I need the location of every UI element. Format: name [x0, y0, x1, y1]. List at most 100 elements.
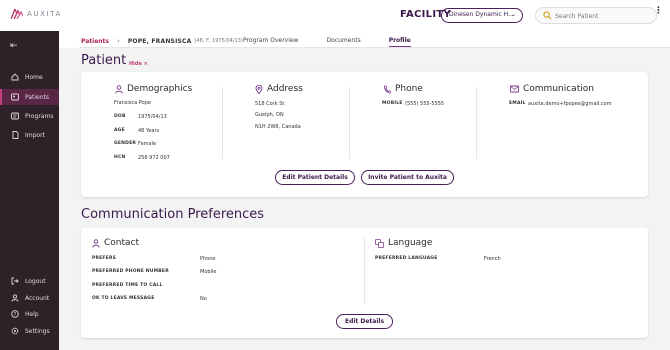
sidebar-item-label: Settings — [25, 327, 50, 335]
edit-details-button[interactable]: Edit Details — [336, 314, 393, 329]
edit-patient-details-button[interactable]: Edit Patient Details — [275, 170, 355, 185]
preferred-language-label: PREFERRED LANGUAGE — [375, 256, 438, 261]
logo: AUXITA — [11, 9, 62, 19]
gender-label: GENDER — [114, 141, 137, 146]
sidebar-item-logout[interactable]: Logout — [0, 273, 59, 289]
chevron-down-icon: ⌄ — [510, 11, 516, 18]
prefers-value: Phone — [200, 256, 216, 262]
leave-message-label: OK TO LEAVE MESSAGE — [92, 296, 155, 301]
column-divider — [222, 87, 223, 159]
breadcrumb-patient-details: (48, F, 1975/04/13) — [194, 38, 243, 44]
breadcrumb-patients-link[interactable]: Patients — [81, 38, 109, 45]
address-line-2: Guelph, ON — [255, 112, 284, 118]
dob-label: DOB — [114, 114, 126, 119]
prefers-label: PREFERS — [92, 256, 117, 261]
preferred-time-label: PREFERRED TIME TO CALL — [92, 283, 163, 288]
sidebar: ⇤ Home Patients Programs Import Logout A… — [0, 31, 59, 350]
column-divider — [364, 238, 365, 304]
tab-profile[interactable]: Profile — [388, 37, 411, 48]
search-input[interactable] — [555, 10, 650, 22]
column-divider — [349, 87, 350, 159]
settings-icon — [10, 327, 20, 335]
chevron-right-icon: › — [117, 37, 120, 45]
invite-patient-button[interactable]: Invite Patient to Auxita — [361, 170, 454, 185]
comm-prefs-title: Communication Preferences — [81, 207, 265, 222]
hcn-value: 258 972 007 — [138, 155, 170, 161]
tab-documents[interactable]: Documents — [326, 37, 360, 44]
demographics-title-text: Demographics — [127, 84, 193, 94]
breadcrumb: Patients › POPE, FRANSISCA (48, F, 1975/… — [81, 37, 243, 45]
address-title: Address — [255, 84, 303, 94]
contact-title-text: Contact — [104, 238, 140, 248]
preferred-language-value: French — [484, 256, 501, 262]
tab-program-overview[interactable]: Program Overview — [243, 37, 298, 44]
sidebar-item-home[interactable]: Home — [0, 69, 59, 85]
address-line-1: 518 Cork St — [255, 101, 285, 107]
phone-icon — [383, 85, 391, 94]
svg-text:?: ? — [14, 312, 17, 318]
more-options-icon[interactable]: ⋮ — [654, 6, 663, 16]
sidebar-item-label: Account — [25, 294, 50, 302]
patient-name: Fransisca Pope — [114, 100, 151, 106]
communication-title: Communication — [510, 84, 594, 94]
gender-value: Female — [138, 141, 157, 147]
search-box[interactable] — [535, 7, 657, 24]
sidebar-item-label: Programs — [25, 112, 54, 120]
patient-section-title: Patient — [81, 53, 127, 68]
age-value: 48 Years — [138, 128, 160, 134]
person-icon — [92, 238, 100, 248]
sidebar-item-help[interactable]: ? Help — [0, 306, 59, 322]
leave-message-value: No — [200, 296, 207, 302]
email-value: auxita.demo+fpopes@gmail.com — [528, 101, 612, 107]
breadcrumb-patient-name: POPE, FRANSISCA — [127, 37, 192, 45]
language-title-text: Language — [388, 238, 433, 248]
account-icon — [10, 294, 20, 302]
sidebar-item-import[interactable]: Import — [0, 127, 59, 143]
age-label: AGE — [114, 128, 125, 133]
sidebar-item-settings[interactable]: Settings — [0, 323, 59, 339]
facility-value: Dinesen Dynamic H... — [449, 11, 514, 18]
address-line-3: N1H 2W8, Canada — [255, 124, 301, 130]
mobile-value: (555) 555-5555 — [405, 101, 445, 107]
sidebar-item-label: Import — [25, 131, 45, 139]
collapse-sidebar-icon[interactable]: ⇤ — [10, 41, 18, 51]
sidebar-item-programs[interactable]: Programs — [0, 108, 59, 124]
contact-title: Contact — [92, 238, 139, 248]
home-icon — [10, 73, 20, 81]
close-icon: × — [143, 61, 148, 67]
sidebar-item-label: Patients — [25, 93, 50, 101]
sidebar-item-label: Help — [25, 310, 39, 318]
address-title-text: Address — [267, 84, 303, 94]
import-icon — [10, 131, 20, 139]
mobile-label: MOBILE — [382, 101, 403, 106]
hide-label: Hide — [129, 61, 142, 67]
patients-icon — [10, 93, 20, 101]
hcn-label: HCN — [114, 155, 126, 160]
preferred-phone-label: PREFERRED PHONE NUMBER — [92, 269, 169, 274]
sidebar-item-patients[interactable]: Patients — [0, 89, 59, 105]
dob-value: 1975/04/13 — [138, 114, 167, 120]
auxita-logo-icon — [11, 9, 23, 19]
mail-icon — [510, 85, 519, 93]
search-icon — [543, 11, 552, 20]
email-label: EMAIL — [509, 101, 526, 106]
language-icon — [375, 238, 384, 248]
phone-title: Phone — [383, 84, 423, 94]
sidebar-item-account[interactable]: Account — [0, 290, 59, 306]
sidebar-item-label: Home — [25, 73, 43, 81]
help-icon: ? — [10, 310, 20, 318]
communication-title-text: Communication — [523, 84, 594, 94]
sidebar-item-label: Logout — [25, 277, 46, 285]
logo-text: AUXITA — [27, 10, 62, 18]
preferred-phone-value: Mobile — [200, 269, 217, 275]
demographics-title: Demographics — [115, 84, 192, 94]
facility-select[interactable]: Dinesen Dynamic H... ⌄ — [441, 8, 523, 23]
person-icon — [115, 84, 123, 94]
programs-icon — [10, 112, 20, 120]
phone-title-text: Phone — [395, 84, 423, 94]
hide-link[interactable]: Hide × — [129, 61, 148, 67]
logout-icon — [10, 277, 20, 285]
tab-bar: Program Overview Documents Profile — [243, 37, 439, 48]
language-title: Language — [375, 238, 432, 248]
top-bar: AUXITA FACILITY Dinesen Dynamic H... ⌄ ⋮ — [0, 0, 670, 31]
